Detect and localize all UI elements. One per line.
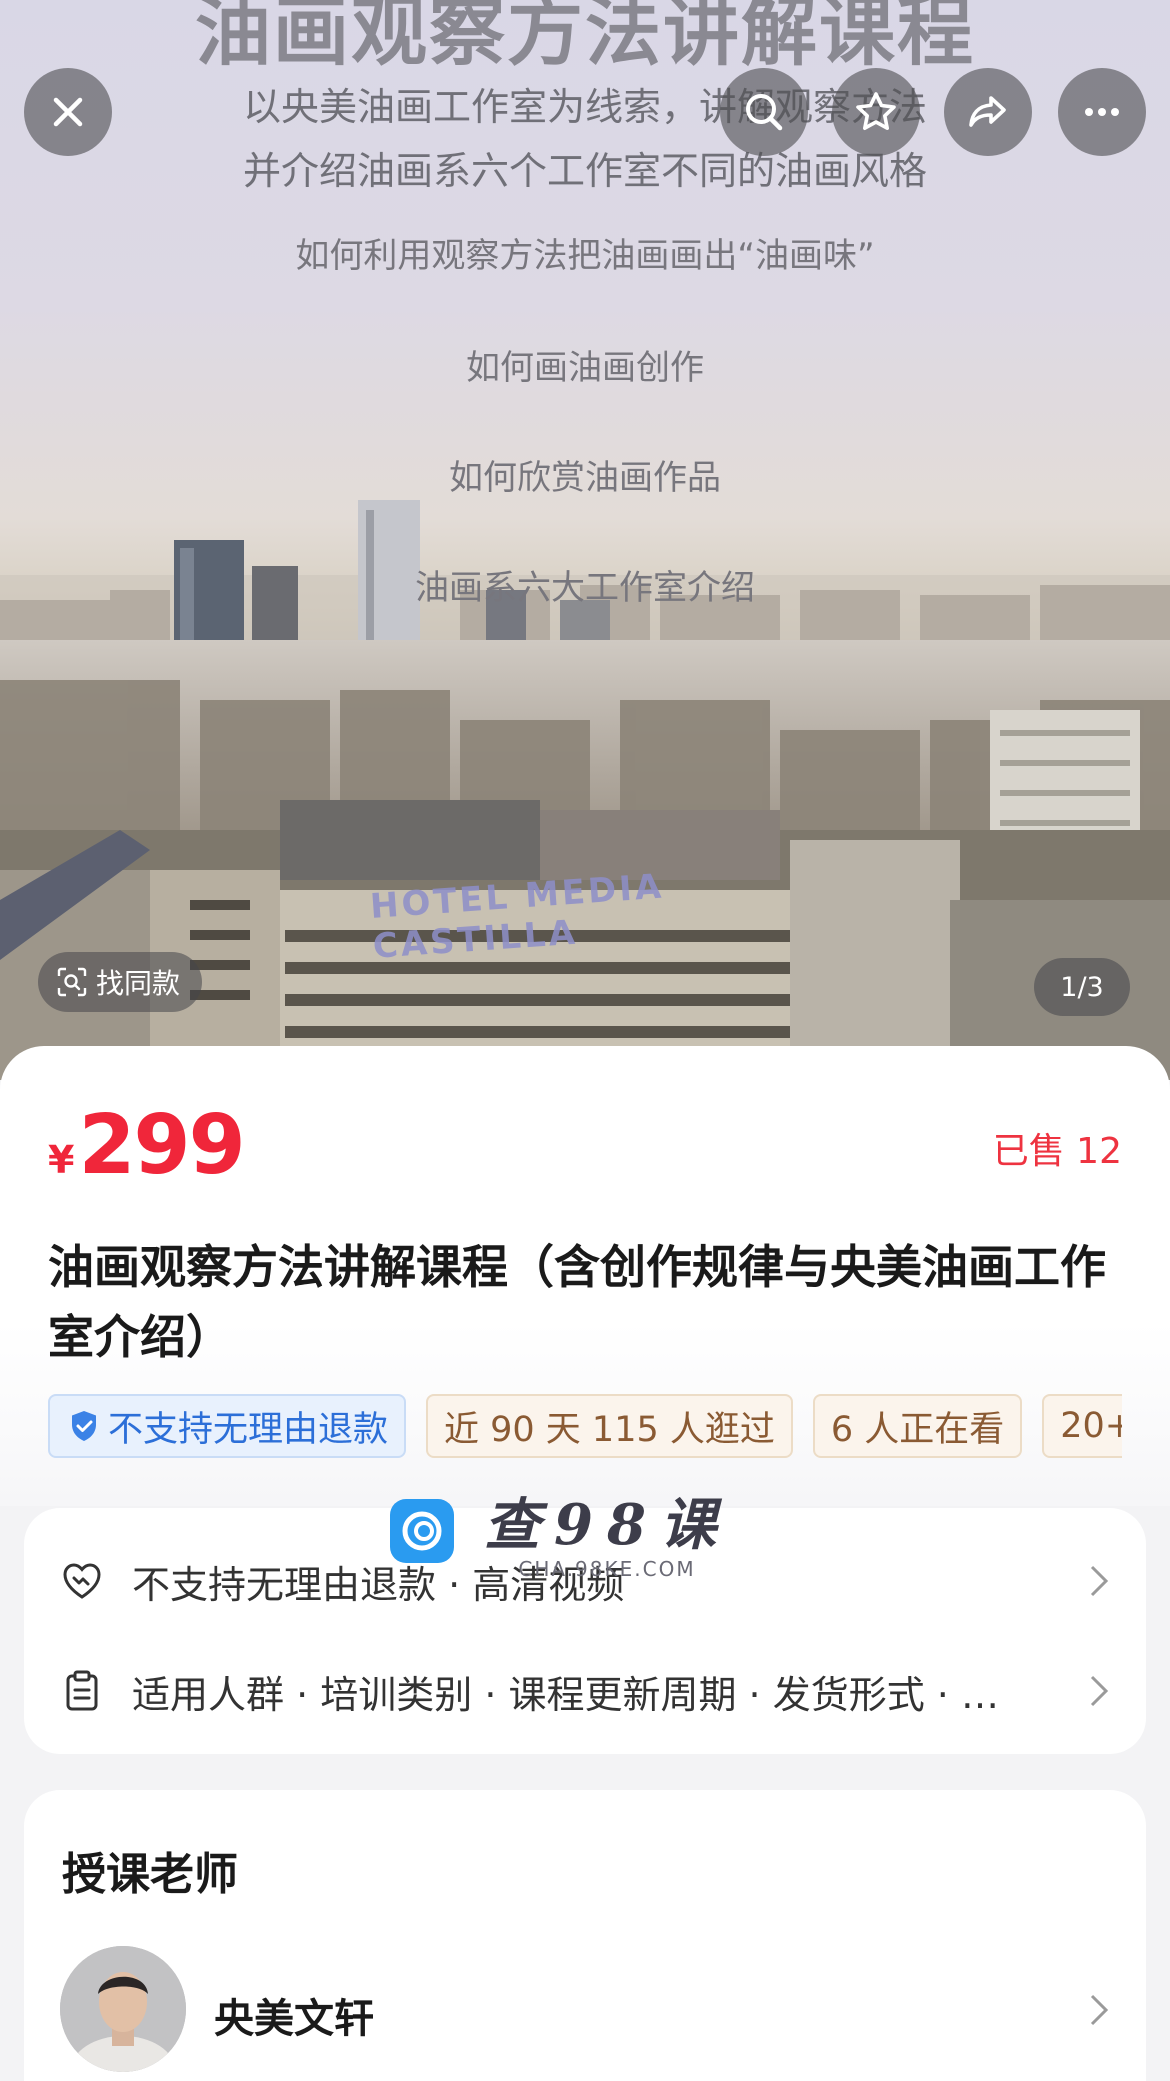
product-hero-image[interactable]: 油画观察方法讲解课程 以央美油画工作室为线索，讲解观察方法 并介绍油画系六个工作…: [0, 0, 1170, 1080]
clipboard-icon: [66, 1670, 98, 1711]
sold-count: 已售 12: [992, 1131, 1122, 1172]
watermark-logo-icon: [390, 1498, 454, 1563]
tag-viewing[interactable]: 6 人正在看: [812, 1394, 1023, 1458]
search-button[interactable]: [720, 68, 808, 156]
shield-check-icon: [72, 1411, 96, 1441]
tag-more[interactable]: 20+: [1042, 1394, 1122, 1458]
watermark-url: CHA.98KE.COM: [518, 1557, 696, 1581]
hero-bullet: 如何画油画创作: [466, 348, 704, 388]
hero-bullet: 油画系六大工作室介绍: [415, 568, 755, 608]
watermark-text: 查98课: [484, 1492, 730, 1558]
hero-bullet: 如何利用观察方法把油画画出“油画味”: [295, 236, 875, 276]
hero-bullet: 如何欣赏油画作品: [449, 458, 721, 498]
teacher-card: 授课老师 央美文轩: [24, 1790, 1146, 2081]
watermark: 查98课 CHA.98KE.COM: [390, 1480, 730, 1581]
chevron-right-icon: [1090, 1565, 1109, 1597]
find-same-button[interactable]: 找同款: [38, 952, 203, 1012]
close-button[interactable]: [24, 68, 112, 156]
tag-label: 6 人正在看: [830, 1409, 1005, 1450]
price: ¥ 299: [48, 1098, 246, 1193]
share-icon: [969, 96, 1006, 127]
product-title: 油画观察方法讲解课程（含创作规律与央美油画工作室介绍）: [48, 1240, 1106, 1364]
price-value: 299: [78, 1098, 245, 1193]
service-row-params[interactable]: 适用人群 · 培训类别 · 课程更新周期 · 发货形式 · …: [24, 1636, 1146, 1746]
tag-label: 20+: [1060, 1406, 1122, 1446]
service-row-text: 适用人群 · 培训类别 · 课程更新周期 · 发货形式 · …: [132, 1672, 999, 1717]
product-detail-page: 油画观察方法讲解课程 以央美油画工作室为线索，讲解观察方法 并介绍油画系六个工作…: [0, 0, 1170, 2081]
find-same-label: 找同款: [96, 967, 181, 1000]
product-info-card: ¥ 299 已售 12 油画观察方法讲解课程（含创作规律与央美油画工作室介绍） …: [0, 1046, 1170, 1506]
teacher-avatar[interactable]: [60, 1946, 186, 2072]
favorite-button[interactable]: [832, 68, 920, 156]
share-button[interactable]: [944, 68, 1032, 156]
scan-icon: [57, 967, 87, 997]
tag-label: 近 90 天 115 人逛过: [444, 1409, 775, 1450]
close-icon: [53, 97, 83, 127]
star-icon: [856, 92, 896, 130]
more-button[interactable]: [1058, 68, 1146, 156]
tag-visited[interactable]: 近 90 天 115 人逛过: [426, 1394, 793, 1458]
heart-shield-icon: [63, 1563, 101, 1599]
currency-symbol: ¥: [48, 1138, 75, 1182]
tag-label: 不支持无理由退款: [108, 1409, 389, 1450]
teacher-heading: 授课老师: [62, 1849, 238, 1900]
tag-list: 不支持无理由退款 近 90 天 115 人逛过 6 人正在看 20+: [48, 1394, 1122, 1460]
search-icon: [746, 94, 783, 131]
more-icon: [1085, 108, 1119, 116]
chevron-right-icon[interactable]: [1086, 1990, 1112, 2030]
image-page-indicator: 1/3: [1034, 958, 1130, 1016]
teacher-name[interactable]: 央美文轩: [214, 1986, 374, 2044]
chevron-right-icon: [1090, 1675, 1109, 1707]
tag-no-refund[interactable]: 不支持无理由退款: [48, 1394, 407, 1458]
